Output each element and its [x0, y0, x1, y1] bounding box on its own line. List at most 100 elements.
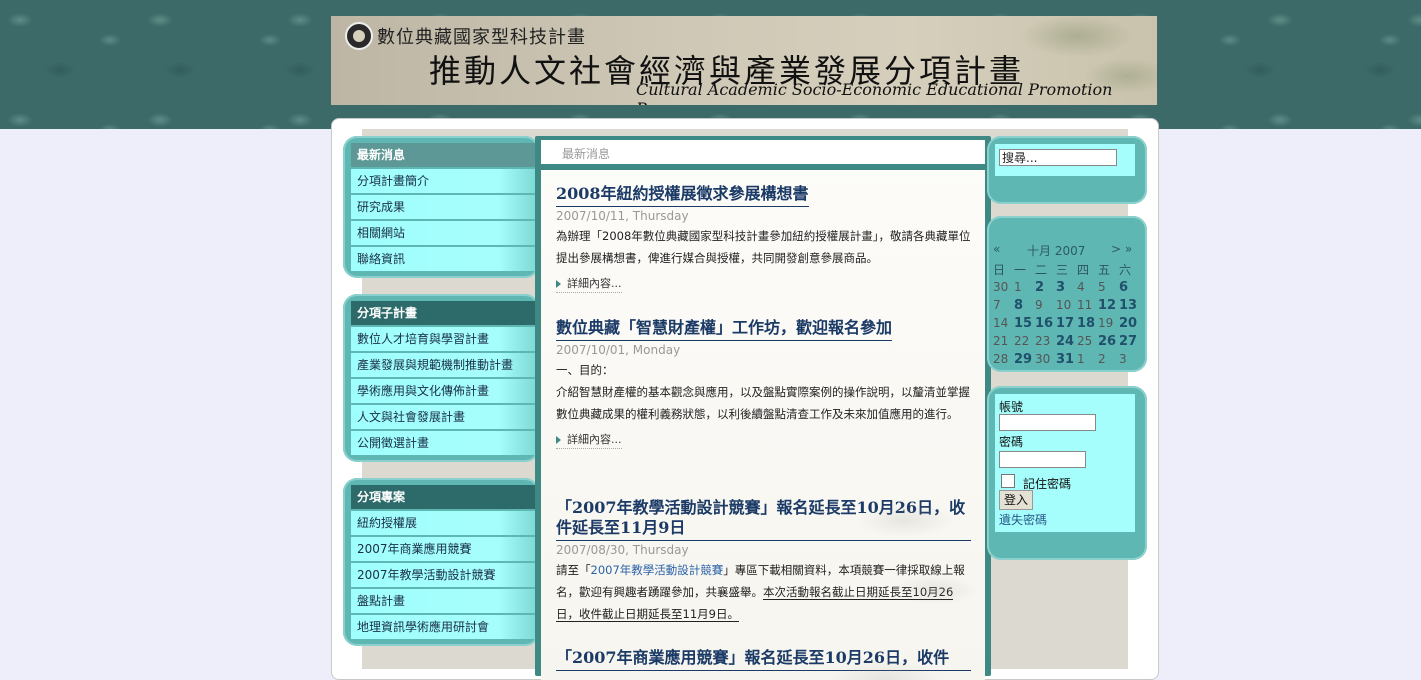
calendar-day-link[interactable]: 12 [1098, 296, 1119, 314]
readmore-label: 詳細內容... [567, 433, 622, 446]
program-logo-icon [345, 22, 373, 50]
calendar-day-link[interactable]: 15 [1014, 314, 1035, 332]
calendar-day-link[interactable]: 3 [1056, 278, 1077, 296]
calendar-day: 30 [993, 280, 1009, 294]
menu-item-gis-seminar[interactable]: 地理資訊學術應用研討會 [351, 615, 535, 639]
calendar-day-link[interactable]: 20 [1119, 314, 1140, 332]
calendar-day-link[interactable]: 18 [1077, 314, 1098, 332]
menu-item-intro[interactable]: 分項計畫簡介 [351, 169, 535, 193]
calendar-week: 7 8 9 10 11 12 13 [993, 296, 1140, 314]
calendar-day: 28 [993, 352, 1009, 366]
menu-heading-special: 分項專案 [351, 485, 535, 509]
prev-year-button[interactable]: « [993, 242, 1000, 256]
article-date: 2007/08/30, Thursday [556, 543, 689, 557]
menu-item-open-call[interactable]: 公開徵選計畫 [351, 431, 535, 455]
banner-english-title: Cultural Academic Socio-Economic Educati… [636, 80, 1113, 105]
arrow-right-icon [556, 280, 561, 288]
calendar-day: 2 [1098, 352, 1106, 366]
login-button[interactable]: 登入 [999, 490, 1034, 510]
subprojects-menu: 分項子計畫 數位人才培育與學習計畫 產業發展與規範機制推動計畫 學術應用與文化傳… [343, 294, 539, 462]
article-title[interactable]: 2008年紐約授權展徵求參展構想書 [556, 184, 809, 207]
next-month-button[interactable]: > [1111, 242, 1121, 256]
calendar-month-label: 十月 2007 [1027, 244, 1086, 258]
weekday-header: 二 [1035, 262, 1048, 277]
username-field[interactable] [999, 414, 1096, 431]
calendar-day-link[interactable]: 17 [1056, 314, 1077, 332]
article-item: 數位典藏「智慧財產權」工作坊，歡迎報名參加 2007/10/01, Monday… [556, 318, 971, 449]
calendar-day: 30 [1035, 352, 1051, 366]
calendar-day: 11 [1077, 298, 1093, 312]
article-body-line: 一、目的： [556, 363, 614, 377]
next-year-button[interactable]: » [1125, 242, 1132, 256]
main-content-inner: 最新消息 2008年紐約授權展徵求參展構想書 2007/10/11, Thurs… [541, 140, 985, 680]
weekday-header: 一 [1014, 262, 1027, 277]
special-projects-menu: 分項專案 紐約授權展 2007年商業應用競賽 2007年教學活動設計競賽 盤點計… [343, 478, 539, 646]
menu-item-humanities[interactable]: 人文與社會發展計畫 [351, 405, 535, 429]
calendar-day: 14 [993, 316, 1009, 330]
calendar-day: 7 [993, 298, 1001, 312]
article-item: 「2007年教學活動設計競賽」報名延長至10月26日，收件延長至11月9日 20… [556, 498, 971, 625]
search-box [987, 136, 1147, 204]
menu-item-ny-licensing[interactable]: 紐約授權展 [351, 511, 535, 535]
menu-item-teaching-contest[interactable]: 2007年教學活動設計競賽 [351, 563, 535, 587]
readmore-link[interactable]: 詳細內容... [556, 431, 622, 449]
menu-item-contact[interactable]: 聯絡資訊 [351, 247, 535, 271]
calendar-day-link[interactable]: 29 [1014, 350, 1035, 368]
calendar-day: 5 [1098, 280, 1106, 294]
weekday-header: 日 [993, 262, 1006, 277]
calendar-day: 1 [1077, 352, 1085, 366]
calendar-day: 10 [1056, 298, 1072, 312]
article-title[interactable]: 「2007年商業應用競賽」報名延長至10月26日，收件 [556, 648, 971, 671]
calendar-day-link[interactable]: 24 [1056, 332, 1077, 350]
calendar-day-link[interactable]: 27 [1119, 332, 1140, 350]
menu-item-business-contest[interactable]: 2007年商業應用競賽 [351, 537, 535, 561]
menu-heading-news[interactable]: 最新消息 [351, 143, 535, 167]
calendar-week: 28 29 30 31 1 2 3 [993, 350, 1140, 368]
calendar-day: 25 [1077, 334, 1093, 348]
weekday-header: 六 [1119, 262, 1132, 277]
password-field[interactable] [999, 451, 1086, 468]
calendar-day-link[interactable]: 13 [1119, 296, 1140, 314]
remember-checkbox[interactable] [1001, 474, 1015, 488]
calendar-day-link[interactable]: 31 [1056, 350, 1077, 368]
article-body-text: 請至「 [556, 563, 591, 577]
menu-item-academic[interactable]: 學術應用與文化傳佈計畫 [351, 379, 535, 403]
calendar-day: 4 [1077, 280, 1085, 294]
readmore-link[interactable]: 詳細內容... [556, 275, 622, 293]
menu-item-results[interactable]: 研究成果 [351, 195, 535, 219]
readmore-label: 詳細內容... [567, 277, 622, 290]
calendar-day-link[interactable]: 6 [1119, 278, 1140, 296]
calendar-day: 23 [1035, 334, 1051, 348]
calendar-day: 9 [1035, 298, 1043, 312]
search-input[interactable] [999, 149, 1117, 166]
calendar-day: 3 [1119, 352, 1127, 366]
calendar: « 十月 2007 > » 日一二三四五六 30 1 2 3 4 5 6 7 8 9 10 11 12 1… [993, 242, 1143, 368]
password-label: 密碼 [999, 435, 1024, 449]
breadcrumb-label: 最新消息 [562, 147, 611, 161]
calendar-day-link[interactable]: 8 [1014, 296, 1035, 314]
calendar-day: 19 [1098, 316, 1114, 330]
calendar-day: 22 [1014, 334, 1030, 348]
article-body: 請至「2007年教學活動設計競賽」專區下載相關資料，本項競賽一律採取線上報名，歡… [556, 559, 971, 625]
forgot-password-link[interactable]: 遺失密碼 [999, 511, 1047, 528]
article-body: 為辦理「2008年數位典藏國家型科技計畫參加紐約授權展計畫」，敬請各典藏單位提出… [556, 229, 971, 265]
calendar-day: 21 [993, 334, 1009, 348]
site-banner[interactable]: 數位典藏國家型科技計畫 推動人文社會經濟與產業發展分項計畫 Cultural A… [331, 16, 1157, 105]
article-title[interactable]: 「2007年教學活動設計競賽」報名延長至10月26日，收件延長至11月9日 [556, 498, 971, 541]
calendar-day-link[interactable]: 16 [1035, 314, 1056, 332]
left-sidebar: 最新消息 分項計畫簡介 研究成果 相關網站 聯絡資訊 分項子計畫 數位人才培育與… [343, 136, 539, 662]
menu-item-talent[interactable]: 數位人才培育與學習計畫 [351, 327, 535, 351]
username-label: 帳號 [999, 400, 1024, 414]
article-date: 2007/10/11, Thursday [556, 209, 689, 223]
breadcrumb: 最新消息 [541, 140, 985, 170]
calendar-day-link[interactable]: 26 [1098, 332, 1119, 350]
search-panel [995, 144, 1135, 176]
calendar-nav: « 十月 2007 > » [993, 242, 1143, 258]
article-title[interactable]: 數位典藏「智慧財產權」工作坊，歡迎報名參加 [556, 318, 893, 341]
calendar-day-link[interactable]: 2 [1035, 278, 1056, 296]
menu-item-industry[interactable]: 產業發展與規範機制推動計畫 [351, 353, 535, 377]
contest-link[interactable]: 2007年教學活動設計競賽 [591, 563, 724, 577]
calendar-week: 21 22 23 24 25 26 27 [993, 332, 1140, 350]
menu-item-inventory[interactable]: 盤點計畫 [351, 589, 535, 613]
menu-item-links[interactable]: 相關網站 [351, 221, 535, 245]
